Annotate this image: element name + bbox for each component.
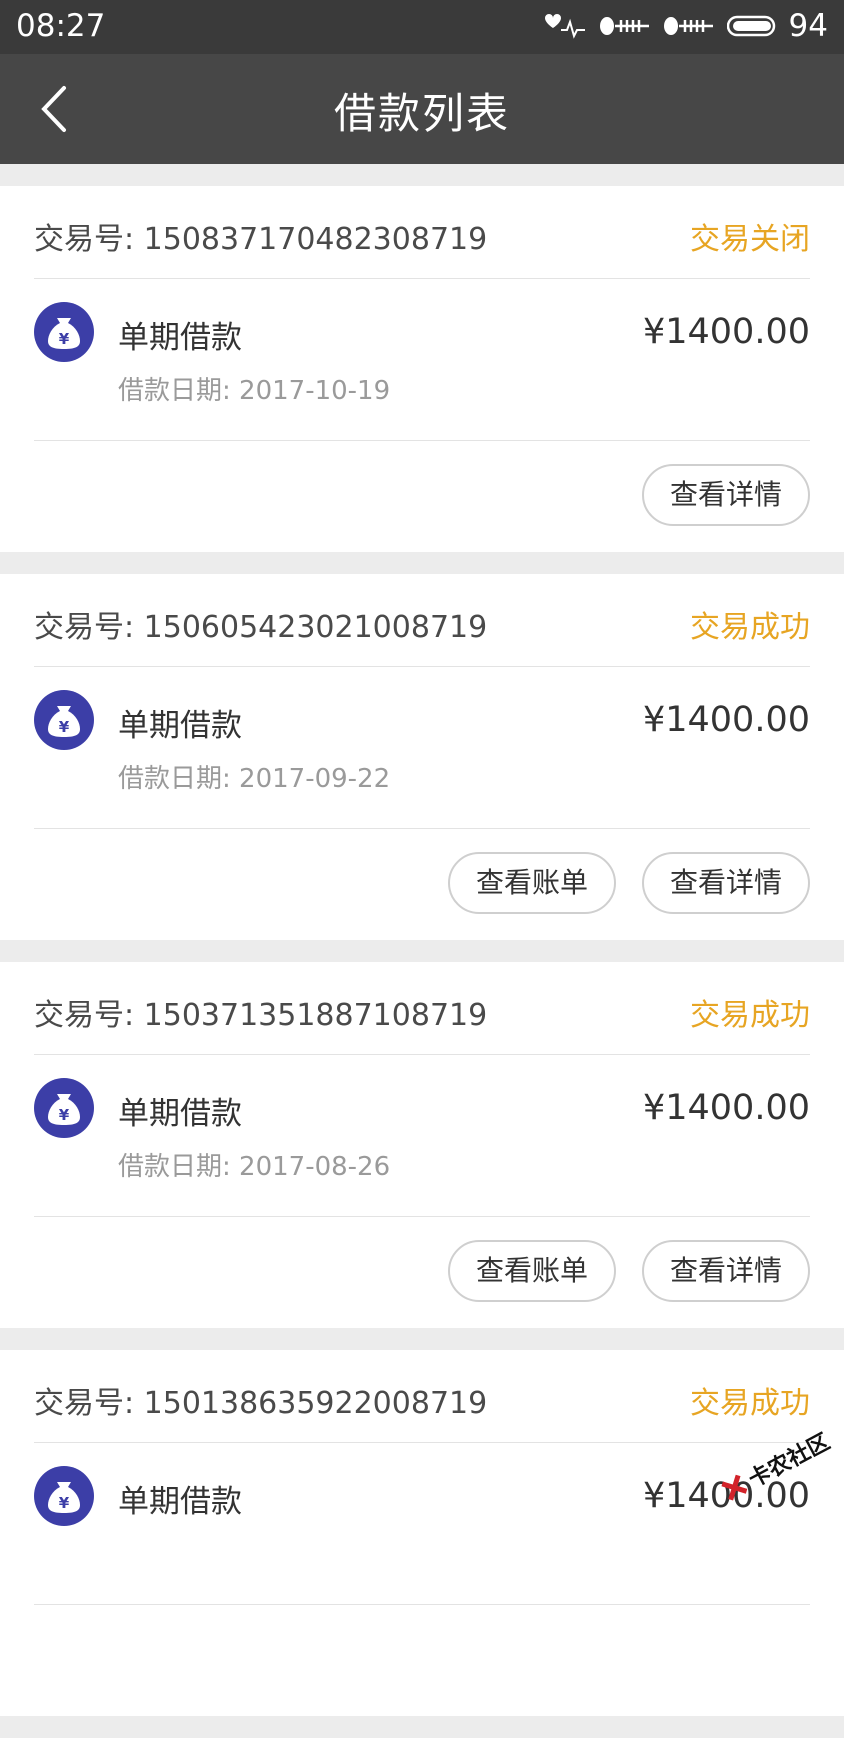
loan-type: 单期借款 xyxy=(118,708,242,744)
transaction-status: 交易成功 xyxy=(690,1386,810,1421)
nav-bar: 借款列表 xyxy=(0,54,844,164)
status-time: 08:27 xyxy=(16,8,106,44)
loan-type: 单期借款 xyxy=(118,320,242,356)
loan-card: 交易号: 1508371704823087​19 交易关闭 ¥ 单期借款 借款日… xyxy=(0,186,844,552)
card-actions: 查看账单 查看详情 xyxy=(34,1216,810,1328)
loan-list: 交易号: 1508371704823087​19 交易关闭 ¥ 单期借款 借款日… xyxy=(0,186,844,1738)
view-details-button[interactable]: 查看详情 xyxy=(642,852,810,914)
loan-card: 交易号: 1503713518871087​19 交易成功 ¥ 单期借款 借款日… xyxy=(0,962,844,1328)
status-icons: 94 xyxy=(539,8,828,44)
loan-date: 借款日期: 2017-08-26 xyxy=(118,1152,391,1182)
transaction-number: 交易号: 1506054230210087​19 xyxy=(34,610,488,645)
battery-level: 94 xyxy=(788,8,828,44)
view-details-button[interactable]: 查看详情 xyxy=(642,464,810,526)
view-bill-button[interactable]: 查看账单 xyxy=(448,1240,616,1302)
loan-card: 交易号: 1501386359220087​19 交易成功 ¥ 单期借款 ¥14… xyxy=(0,1350,844,1716)
card-actions: 查看详情 xyxy=(34,440,810,552)
svg-text:¥: ¥ xyxy=(59,718,70,736)
money-bag-icon: ¥ xyxy=(34,302,94,362)
money-bag-icon: ¥ xyxy=(34,690,94,750)
svg-text:¥: ¥ xyxy=(59,330,70,348)
loan-card: 交易号: 1506054230210087​19 交易成功 ¥ 单期借款 借款日… xyxy=(0,574,844,940)
loan-amount: ¥1400.00 xyxy=(642,312,810,352)
card-body: ¥ 单期借款 借款日期: 2017-09-22 ¥1400.00 xyxy=(34,666,810,829)
transaction-number: 交易号: 1503713518871087​19 xyxy=(34,998,488,1033)
transaction-status: 交易成功 xyxy=(690,610,810,645)
card-header: 交易号: 1508371704823087​19 交易关闭 xyxy=(34,186,810,279)
card-body: ¥ 单期借款 ¥1400.00 xyxy=(34,1442,810,1605)
signal-icon xyxy=(599,14,651,38)
money-bag-icon: ¥ xyxy=(34,1078,94,1138)
card-body: ¥ 单期借款 借款日期: 2017-08-26 ¥1400.00 xyxy=(34,1054,810,1217)
svg-text:¥: ¥ xyxy=(59,1106,70,1124)
battery-icon xyxy=(726,15,777,37)
transaction-number: 交易号: 1501386359220087​19 xyxy=(34,1386,488,1421)
page-title: 借款列表 xyxy=(333,89,510,138)
loan-amount: ¥1400.00 xyxy=(642,1088,810,1128)
status-bar: 08:27 94 xyxy=(0,0,844,54)
card-body: ¥ 单期借款 借款日期: 2017-10-19 ¥1400.00 xyxy=(34,278,810,441)
loan-amount: ¥1400.00 xyxy=(642,700,810,740)
transaction-status: 交易关闭 xyxy=(690,222,810,257)
loan-type: 单期借款 xyxy=(118,1096,242,1132)
view-bill-button[interactable]: 查看账单 xyxy=(448,852,616,914)
transaction-status: 交易成功 xyxy=(690,998,810,1033)
svg-text:¥: ¥ xyxy=(59,1494,70,1512)
card-header: 交易号: 1501386359220087​19 交易成功 xyxy=(34,1350,810,1443)
loan-date: 借款日期: 2017-09-22 xyxy=(118,764,391,794)
loan-type: 单期借款 xyxy=(118,1484,242,1520)
card-actions: 查看账单 查看详情 xyxy=(34,828,810,940)
money-bag-icon: ¥ xyxy=(34,1466,94,1526)
signal-icon xyxy=(663,14,715,38)
card-header: 交易号: 1506054230210087​19 交易成功 xyxy=(34,574,810,667)
transaction-number: 交易号: 1508371704823087​19 xyxy=(34,222,488,257)
heart-wifi-icon xyxy=(539,12,587,40)
card-header: 交易号: 1503713518871087​19 交易成功 xyxy=(34,962,810,1055)
loan-date: 借款日期: 2017-10-19 xyxy=(118,376,391,406)
view-details-button[interactable]: 查看详情 xyxy=(642,1240,810,1302)
